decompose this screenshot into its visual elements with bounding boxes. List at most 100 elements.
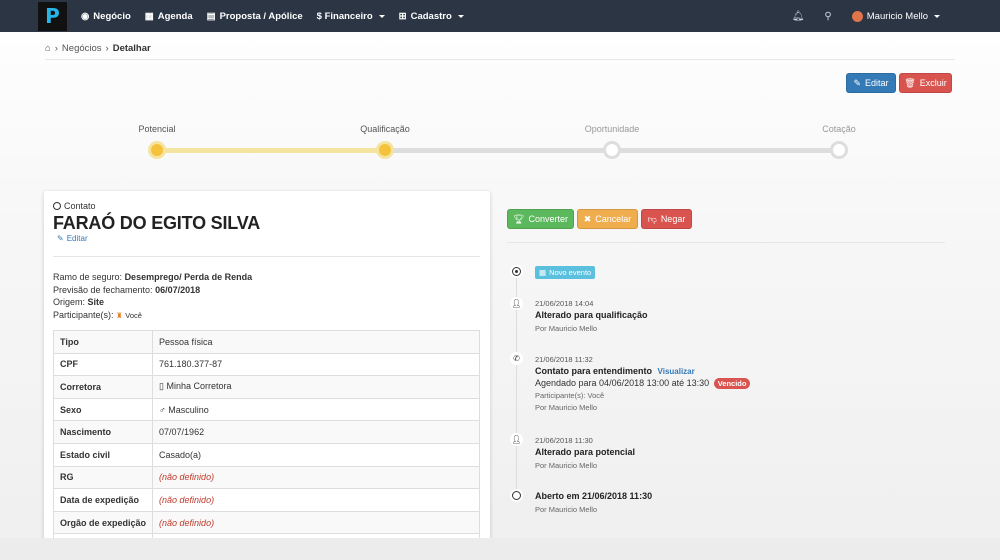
trophy-icon: 🏆︎ xyxy=(513,213,525,224)
caret-down-icon xyxy=(934,14,940,18)
table-row: Orgão de expedição (não definido) xyxy=(52,510,480,535)
divider xyxy=(507,242,945,243)
nav-item-financeiro[interactable]: $ Financeiro xyxy=(317,11,385,22)
bell-icon[interactable]: 🔔︎ xyxy=(792,11,805,22)
event-title-row: Contato para entendimento Visualizar xyxy=(535,366,750,376)
detail-label: Tipo xyxy=(52,330,154,354)
info-ramo-label: Ramo de seguro: xyxy=(53,272,123,282)
user-name: Mauricio Mello xyxy=(866,10,928,22)
stage-label-potencial: Potencial xyxy=(138,124,176,134)
thumbs-down-icon: 👎︎ xyxy=(647,213,657,224)
info-previsao: Previsão de fechamento: 06/07/2018 xyxy=(53,285,200,295)
nav-item-agenda[interactable]: ▦ Agenda xyxy=(145,11,193,22)
info-origem-value: Site xyxy=(87,297,105,307)
home-icon[interactable]: ⌂ xyxy=(45,43,51,54)
stage-label-cotacao: Cotação xyxy=(822,124,856,134)
event-author: Por Mauricio Mello xyxy=(535,461,598,470)
avatar xyxy=(851,10,863,22)
info-origem-label: Origem: xyxy=(53,297,86,307)
event-schedule: Agendado para 04/06/2018 13:00 até 13:30… xyxy=(535,378,751,389)
info-ramo-value: Desemprego/ Perda de Renda xyxy=(124,272,253,282)
overdue-badge: Vencido xyxy=(713,378,751,389)
breadcrumb-current: Detalhar xyxy=(112,43,151,54)
calendar-icon: ▦ xyxy=(539,268,547,277)
stage-dot-qualificacao[interactable] xyxy=(376,141,394,159)
edit-contact-link[interactable]: ✎ Editar xyxy=(57,234,88,243)
search-icon[interactable]: ⚲ xyxy=(824,11,831,22)
breadcrumb-separator: › xyxy=(54,43,58,54)
info-participantes-label: Participante(s): xyxy=(53,310,114,320)
app-logo[interactable]: P xyxy=(38,1,67,31)
stage-dot-cotacao[interactable] xyxy=(830,141,848,159)
nav-item-label: Negócio xyxy=(93,10,131,22)
detail-value: 761.180.377-87 xyxy=(152,352,480,377)
detail-label: Estado civil xyxy=(52,442,154,467)
table-row: Sexo ♂ Masculino xyxy=(52,397,480,422)
stage-dot-oportunidade[interactable] xyxy=(603,141,621,159)
table-row: CPF 761.180.377-87 xyxy=(52,352,480,377)
divider xyxy=(53,256,480,257)
info-participantes-value[interactable]: Você xyxy=(125,311,142,320)
timeline-event: 21/06/2018 11:32 Contato para entendimen… xyxy=(535,355,751,412)
page-bottom xyxy=(0,538,1000,560)
detail-value-corretora: ▯ Minha Corretora xyxy=(152,375,480,399)
detail-value: Casado(a) xyxy=(152,442,480,467)
breadcrumb-separator: › xyxy=(105,43,109,54)
view-event-link[interactable]: Visualizar xyxy=(658,367,695,376)
new-event-button[interactable]: ▦ Novo evento xyxy=(535,266,596,279)
nav-item-negocio[interactable]: ◉ Negócio xyxy=(81,11,131,22)
contact-label: Contato xyxy=(53,201,96,211)
caret-down-icon xyxy=(378,14,385,18)
cancel-button[interactable]: ✖ Cancelar xyxy=(577,209,638,229)
event-date: 21/06/2018 11:32 xyxy=(535,355,593,364)
info-origem: Origem: Site xyxy=(53,297,104,307)
trash-icon: 🗑︎ xyxy=(904,77,916,88)
circle-icon xyxy=(510,489,523,502)
event-participants: Participante(s): Você xyxy=(535,391,605,400)
detail-label: Corretora xyxy=(52,375,154,399)
building-icon: ▯ xyxy=(159,381,164,392)
event-date: 21/06/2018 11:30 xyxy=(535,436,593,445)
detail-value: Pessoa física xyxy=(152,330,480,354)
stage-dot-potencial[interactable] xyxy=(148,141,166,159)
stage-label-qualificacao: Qualificação xyxy=(360,124,410,134)
detail-value: (não definido) xyxy=(152,488,480,512)
info-participantes: Participante(s): ♜ Você xyxy=(53,310,142,320)
user-circle-icon xyxy=(53,202,61,210)
delete-button[interactable]: 🗑︎ Excluir xyxy=(899,73,952,93)
participant-icon: ♜ xyxy=(116,311,123,320)
edit-contact-label: Editar xyxy=(66,234,88,243)
nav-item-label: Agenda xyxy=(157,10,193,22)
convert-button[interactable]: 🏆︎ Converter xyxy=(507,209,574,229)
detail-value: Minha Corretora xyxy=(166,381,232,392)
detail-label: Orgão de expedição xyxy=(52,510,154,535)
delete-button-label: Excluir xyxy=(919,78,947,88)
contact-card: Contato FARAÓ DO EGITO SILVA ✎ Editar Ra… xyxy=(44,191,490,560)
eye-icon: ◉ xyxy=(81,10,90,22)
deny-button-label: Negar xyxy=(660,214,686,224)
phone-icon: ✆ xyxy=(510,352,523,365)
table-row: Corretora ▯ Minha Corretora xyxy=(52,375,480,399)
nav-item-cadastro[interactable]: ⊞ Cadastro xyxy=(399,11,464,22)
timeline-event: 21/06/2018 14:04 Alterado para qualifica… xyxy=(535,299,648,333)
details-table: Tipo Pessoa física CPF 761.180.377-87 Corr… xyxy=(52,330,480,557)
nav-item-proposta[interactable]: ▤ Proposta / Apólice xyxy=(207,11,303,22)
edit-button[interactable]: ✎ Editar xyxy=(846,73,896,93)
pencil-icon: ✎ xyxy=(853,77,862,88)
table-row: Data de expedição (não definido) xyxy=(52,488,480,512)
detail-value: (não definido) xyxy=(152,510,480,535)
top-navbar: P ◉ Negócio ▦ Agenda ▤ Proposta / Apólic… xyxy=(0,0,1000,32)
table-row: Estado civil Casado(a) xyxy=(52,442,480,467)
event-author: Por Mauricio Mello xyxy=(535,324,598,333)
document-icon: ▤ xyxy=(206,10,216,22)
cancel-button-label: Cancelar xyxy=(595,214,632,224)
breadcrumb: ⌂ › Negócios › Detalhar xyxy=(45,43,955,60)
event-title: Alterado para qualificação xyxy=(535,310,648,320)
user-menu[interactable]: Mauricio Mello xyxy=(851,10,940,22)
event-date: 21/06/2018 14:04 xyxy=(535,299,594,308)
info-previsao-value: 06/07/2018 xyxy=(155,285,201,295)
deny-button[interactable]: 👎︎ Negar xyxy=(641,209,692,229)
breadcrumb-negocios[interactable]: Negócios xyxy=(62,43,102,54)
calendar-icon: ▦ xyxy=(144,10,154,22)
nav-right: 🔔︎ ⚲ Mauricio Mello xyxy=(792,0,940,32)
